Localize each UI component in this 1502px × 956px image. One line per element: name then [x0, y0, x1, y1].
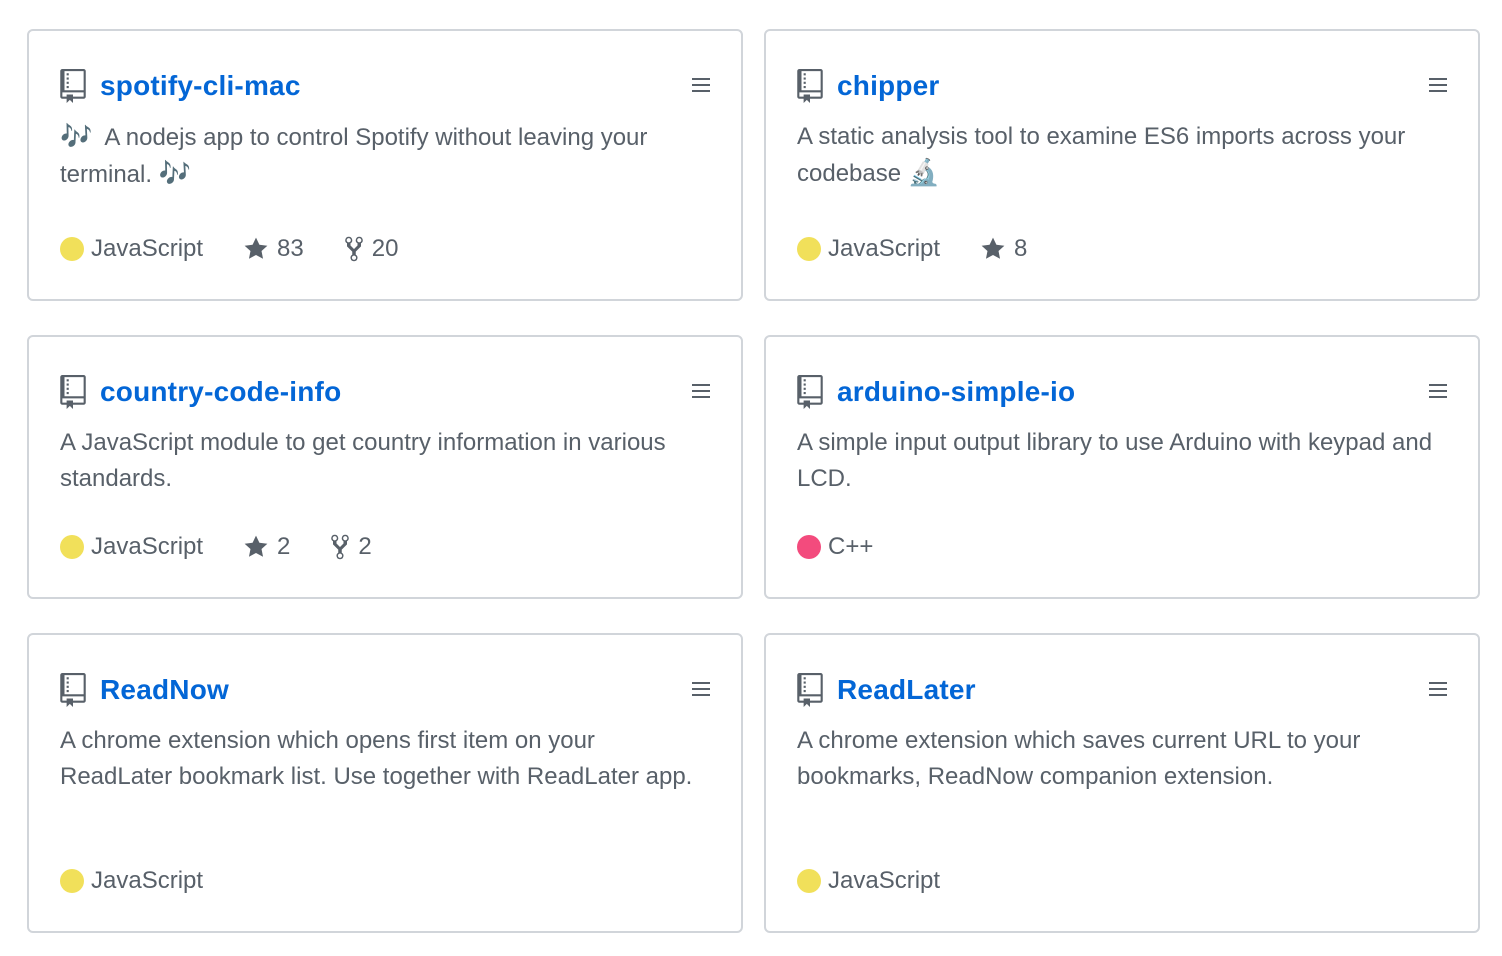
drag-handle-icon[interactable] [1429, 681, 1447, 697]
drag-handle-icon[interactable] [1429, 383, 1447, 399]
repo-icon [797, 673, 823, 707]
language-label: JavaScript [91, 235, 204, 262]
repo-stars[interactable]: 2 [243, 533, 290, 561]
language-color-dot [797, 237, 821, 261]
pinned-repo-card: ReadNow A chrome extension which opens f… [27, 633, 743, 933]
repo-description-text: A nodejs app to control Spotify without … [60, 124, 648, 188]
repo-icon [60, 375, 86, 409]
language-label: C++ [828, 533, 874, 560]
language-label: JavaScript [91, 867, 204, 894]
pinned-repo-card: country-code-info A JavaScript module to… [27, 335, 743, 599]
repo-stars[interactable]: 8 [980, 235, 1027, 263]
pinned-repos-row-2: country-code-info A JavaScript module to… [27, 335, 1480, 599]
repo-description: 🎶 A nodejs app to control Spotify withou… [60, 119, 720, 193]
stars-count: 83 [277, 235, 304, 262]
repo-meta: JavaScript [60, 867, 203, 895]
repo-icon [60, 69, 86, 103]
language-color-dot [797, 535, 821, 559]
repo-icon [797, 69, 823, 103]
repo-name-link[interactable]: chipper [837, 70, 940, 102]
repo-card-header: country-code-info [60, 375, 341, 409]
language-color-dot [797, 869, 821, 893]
pinned-repo-card: chipper A static analysis tool to examin… [764, 29, 1480, 301]
drag-handle-icon[interactable] [692, 383, 710, 399]
stars-count: 2 [277, 533, 291, 560]
pinned-repos-row-1: spotify-cli-mac 🎶 A nodejs app to contro… [27, 29, 1480, 301]
drag-handle-icon[interactable] [692, 681, 710, 697]
repo-card-header: ReadLater [797, 673, 976, 707]
pinned-repos-row-3: ReadNow A chrome extension which opens f… [27, 633, 1480, 933]
repo-description-text: A static analysis tool to examine ES6 im… [797, 123, 1406, 187]
stars-count: 8 [1014, 235, 1028, 262]
musical-notes-icon: 🎶 [158, 159, 192, 189]
language-color-dot [60, 237, 84, 261]
repo-description: A chrome extension which opens first ite… [60, 727, 693, 790]
forks-count: 20 [371, 235, 399, 262]
microscope-icon: 🔬 [907, 158, 941, 188]
repo-meta: C++ [797, 533, 873, 561]
star-icon [981, 237, 1005, 259]
repo-language: C++ [797, 533, 873, 561]
repo-language: JavaScript [60, 533, 203, 561]
repo-meta: JavaScript 2 2 [60, 533, 372, 561]
repo-meta: JavaScript [797, 867, 940, 895]
star-icon [244, 237, 268, 259]
fork-icon [345, 236, 363, 262]
forks-count: 2 [358, 533, 372, 560]
repo-description: A simple input output library to use Ard… [797, 429, 1433, 492]
pinned-repo-card: ReadLater A chrome extension which saves… [764, 633, 1480, 933]
language-color-dot [60, 535, 84, 559]
repo-language: JavaScript [797, 235, 940, 263]
repo-name-link[interactable]: spotify-cli-mac [100, 70, 301, 102]
repo-stars[interactable]: 83 [243, 235, 304, 263]
repo-language: JavaScript [797, 867, 940, 895]
repo-language: JavaScript [60, 235, 203, 263]
repo-description: A chrome extension which saves current U… [797, 727, 1361, 790]
repo-meta: JavaScript 83 20 [60, 235, 398, 263]
repo-description: A static analysis tool to examine ES6 im… [797, 119, 1457, 192]
repo-description: A JavaScript module to get country infor… [60, 429, 666, 492]
repo-name-link[interactable]: ReadNow [100, 674, 229, 706]
repo-name-link[interactable]: country-code-info [100, 376, 341, 408]
pinned-repo-card: spotify-cli-mac 🎶 A nodejs app to contro… [27, 29, 743, 301]
musical-notes-icon: 🎶 [60, 122, 93, 152]
repo-icon [797, 375, 823, 409]
drag-handle-icon[interactable] [1429, 77, 1447, 93]
language-label: JavaScript [828, 867, 941, 894]
repo-forks[interactable]: 2 [330, 533, 372, 561]
repo-card-header: arduino-simple-io [797, 375, 1075, 409]
repo-name-link[interactable]: ReadLater [837, 674, 976, 706]
pinned-repo-card: arduino-simple-io A simple input output … [764, 335, 1480, 599]
repo-name-link[interactable]: arduino-simple-io [837, 376, 1075, 408]
drag-handle-icon[interactable] [692, 77, 710, 93]
repo-icon [60, 673, 86, 707]
repo-forks[interactable]: 20 [344, 235, 399, 263]
repo-card-header: chipper [797, 69, 940, 103]
repo-language: JavaScript [60, 867, 203, 895]
fork-icon [331, 534, 350, 560]
star-icon [244, 535, 268, 557]
language-label: JavaScript [828, 235, 941, 262]
repo-meta: JavaScript 8 [797, 235, 1027, 263]
repo-card-header: ReadNow [60, 673, 229, 707]
language-color-dot [60, 869, 84, 893]
language-label: JavaScript [91, 533, 204, 560]
repo-card-header: spotify-cli-mac [60, 69, 301, 103]
